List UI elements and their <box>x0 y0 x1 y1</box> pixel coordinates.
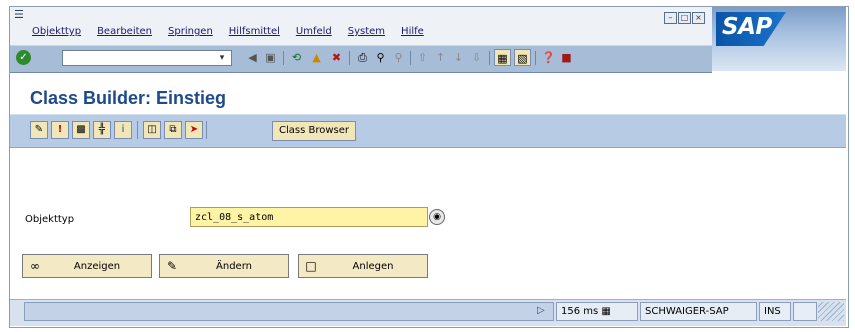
menu-springen[interactable]: Springen <box>168 26 213 40</box>
anlegen-button[interactable]: □ Anlegen <box>298 254 428 278</box>
test-icon[interactable]: ▩ <box>72 121 90 139</box>
system-cell: SCHWAIGER-SAP <box>640 302 757 321</box>
layout-menu-icon[interactable]: ■ <box>558 49 575 66</box>
command-field[interactable] <box>62 50 232 66</box>
objekttyp-label: Objekttyp <box>25 214 75 225</box>
menu-hilfe[interactable]: Hilfe <box>401 26 424 40</box>
anzeigen-button[interactable]: ∞ Anzeigen <box>22 254 152 278</box>
toolbar-separator <box>206 121 207 139</box>
toolbar-separator <box>283 51 284 65</box>
toolbar-separator <box>489 51 490 65</box>
page-title: Class Builder: Einstieg <box>30 88 227 108</box>
display-glasses-icon: ∞ <box>30 259 40 273</box>
response-time-cell: 156 ms ▦ <box>556 302 638 321</box>
anzeigen-label: Anzeigen <box>73 260 121 272</box>
minimize-button[interactable]: – <box>664 12 677 24</box>
close-button[interactable]: × <box>692 12 705 24</box>
shortcut-icon[interactable]: ▧ <box>514 49 531 66</box>
status-message-area <box>24 302 554 321</box>
aendern-label: Ändern <box>216 260 252 272</box>
application-toolbar <box>10 114 846 148</box>
status-info-icon[interactable]: ▦ <box>601 306 610 317</box>
previous-page-icon[interactable]: ↑ <box>432 49 449 66</box>
delete-icon[interactable]: ◫ <box>143 121 161 139</box>
last-page-icon[interactable]: ⇩ <box>468 49 485 66</box>
back-arrow-icon[interactable]: ◀ <box>244 49 261 66</box>
cancel-icon[interactable]: ✖ <box>328 49 345 66</box>
toolbar-separator <box>535 51 536 65</box>
menu-umfeld[interactable]: Umfeld <box>296 26 332 40</box>
aendern-button[interactable]: ✎ Ändern <box>159 254 289 278</box>
value-help-icon[interactable]: ◉ <box>429 209 445 225</box>
info-icon[interactable]: i <box>114 121 132 139</box>
find-next-icon[interactable]: ⚲ <box>390 49 407 66</box>
status-expand-icon[interactable]: ▷ <box>537 305 545 316</box>
pencil-icon: ✎ <box>166 259 178 273</box>
back-icon[interactable]: ⟲ <box>288 49 305 66</box>
toolbar-separator <box>137 121 138 139</box>
sap-logo-text: SAP <box>722 14 772 40</box>
help-icon[interactable]: ❓ <box>540 49 557 66</box>
activate-icon[interactable]: ➤ <box>185 121 203 139</box>
hierarchy-icon[interactable]: ╬ <box>93 121 111 139</box>
command-history-icon[interactable]: ▾ <box>216 52 228 64</box>
objekttyp-input[interactable] <box>190 207 428 227</box>
toolbar-separator <box>349 51 350 65</box>
find-icon[interactable]: ⚲ <box>372 49 389 66</box>
copy-icon[interactable]: ⧉ <box>164 121 182 139</box>
save-icon[interactable]: ▣ <box>262 49 279 66</box>
menu-items: Objekttyp Bearbeiten Springen Hilfsmitte… <box>32 26 424 40</box>
exit-icon[interactable]: ▲ <box>308 49 325 66</box>
menu-objekttyp[interactable]: Objekttyp <box>32 26 81 40</box>
insert-mode-cell: INS <box>759 302 791 321</box>
display-change-icon[interactable]: ✎ <box>30 121 48 139</box>
first-page-icon[interactable]: ⇧ <box>414 49 431 66</box>
response-time: 156 ms <box>561 306 599 317</box>
menu-system[interactable]: System <box>348 26 385 40</box>
status-empty-cell <box>793 302 817 321</box>
resize-grip[interactable] <box>818 302 844 321</box>
menu-hilfsmittel[interactable]: Hilfsmittel <box>229 26 280 40</box>
anlegen-label: Anlegen <box>352 260 394 272</box>
blank-page-icon: □ <box>305 259 317 273</box>
toolbar-separator <box>410 51 411 65</box>
next-page-icon[interactable]: ↓ <box>450 49 467 66</box>
check-icon[interactable]: ! <box>51 121 69 139</box>
print-icon[interactable]: ⎙ <box>354 49 371 66</box>
class-browser-button[interactable]: Class Browser <box>272 121 357 141</box>
menu-bearbeiten[interactable]: Bearbeiten <box>97 26 152 40</box>
new-session-icon[interactable]: ▦ <box>494 49 511 66</box>
maximize-button[interactable]: □ <box>678 12 691 24</box>
enter-icon[interactable]: ✓ <box>16 50 31 65</box>
window-menu-icon[interactable]: ☰ <box>14 8 28 21</box>
